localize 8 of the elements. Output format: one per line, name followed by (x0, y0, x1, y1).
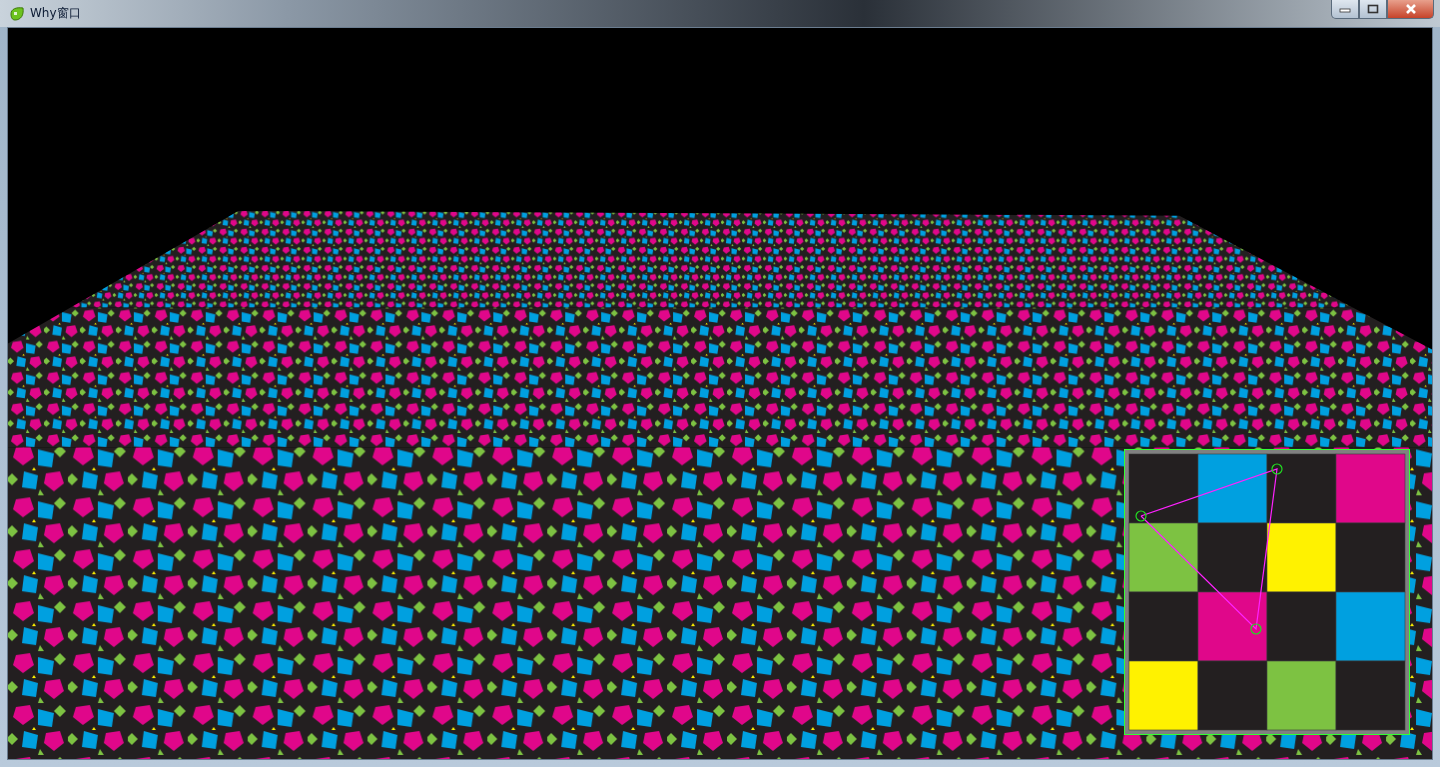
maximize-button[interactable] (1359, 0, 1387, 19)
window-title: Why窗口 (30, 5, 81, 22)
app-icon (9, 5, 25, 22)
close-button[interactable] (1387, 0, 1434, 19)
minimize-button[interactable] (1331, 0, 1359, 19)
minimize-icon (1339, 5, 1351, 13)
close-icon (1403, 4, 1418, 14)
maximize-icon (1367, 4, 1379, 14)
